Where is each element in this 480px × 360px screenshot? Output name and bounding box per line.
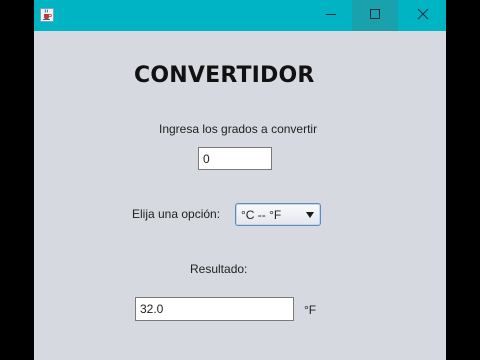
result-unit-label: °F (304, 303, 317, 317)
degrees-input[interactable] (198, 147, 272, 170)
close-button[interactable] (400, 0, 446, 31)
maximize-button[interactable] (352, 0, 398, 31)
degrees-prompt-label: Ingresa los grados a convertir (159, 122, 318, 136)
page-title: CONVERTIDOR (134, 63, 315, 88)
minimize-icon (325, 7, 337, 25)
conversion-select[interactable]: °C -- °F (235, 203, 321, 226)
java-cup-icon (40, 8, 54, 22)
maximize-icon (369, 7, 381, 25)
option-label: Elija una opción: (132, 207, 221, 221)
title-bar[interactable] (34, 0, 446, 31)
chevron-down-icon[interactable] (303, 206, 317, 223)
result-field[interactable] (135, 297, 294, 321)
selected-option: °C -- °F (241, 208, 282, 222)
close-icon (417, 7, 429, 25)
converter-window: CONVERTIDOR Ingresa los grados a convert… (34, 0, 446, 360)
result-label: Resultado: (190, 262, 248, 276)
content-panel: CONVERTIDOR Ingresa los grados a convert… (34, 31, 446, 360)
minimize-button[interactable] (308, 0, 354, 31)
